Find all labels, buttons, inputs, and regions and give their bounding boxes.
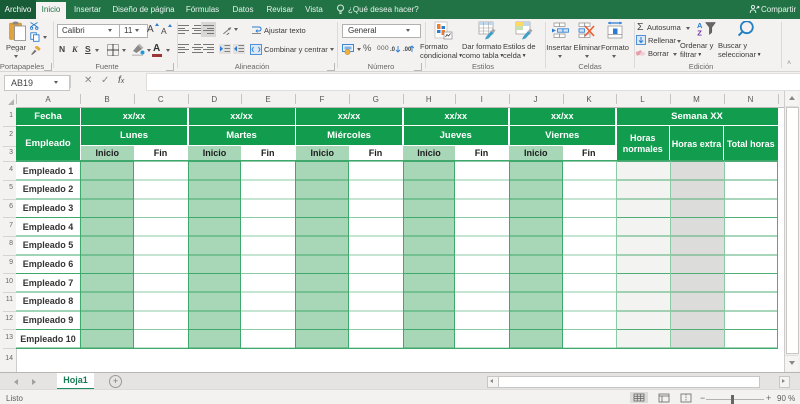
svg-text:Z: Z [697,29,702,37]
svg-text:.0: .0 [390,47,396,53]
